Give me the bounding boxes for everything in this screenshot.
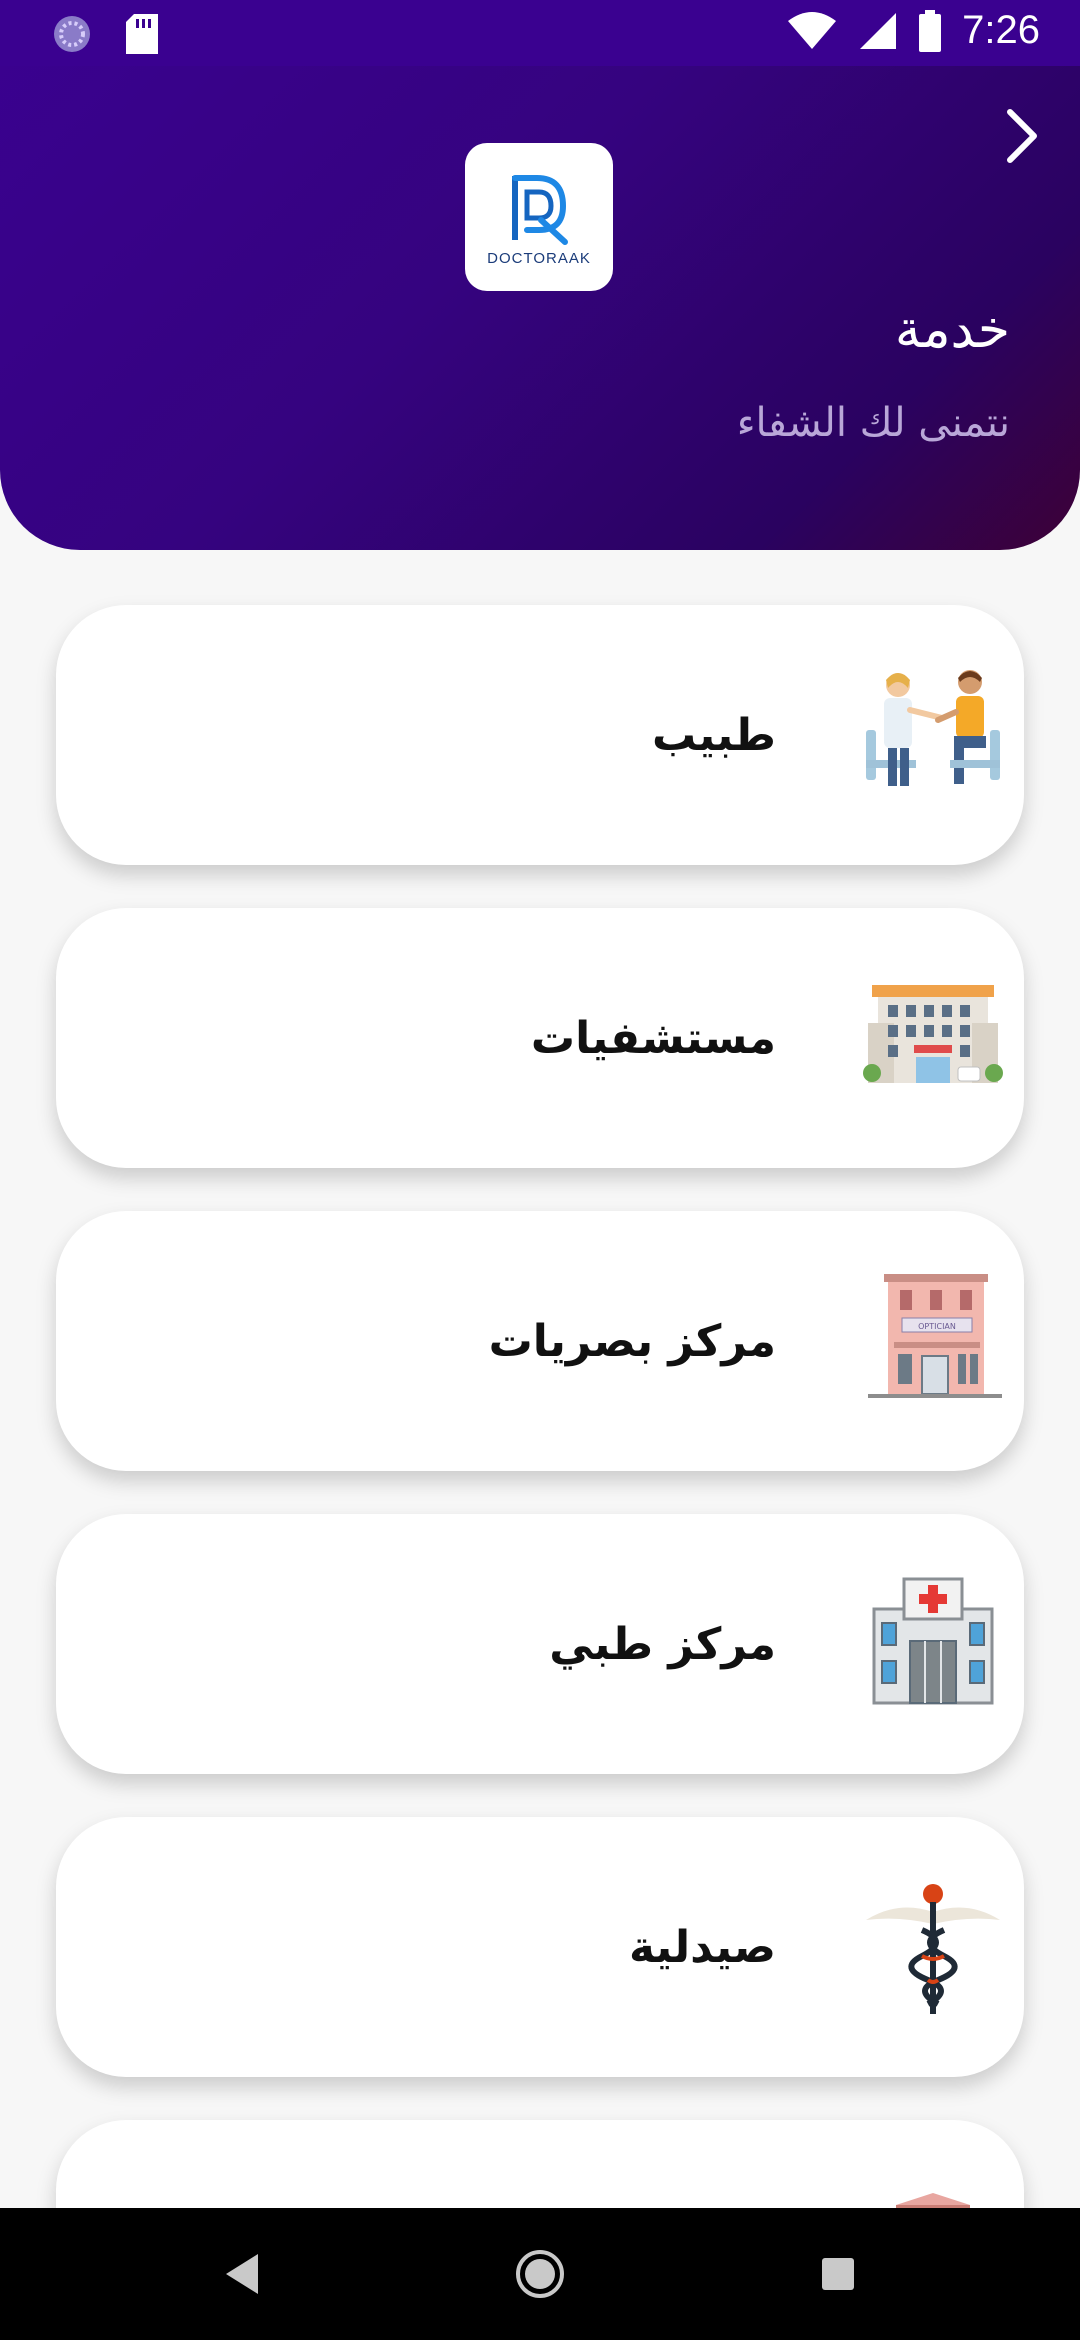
logo-text: DOCTORAAK — [487, 249, 591, 267]
loader-icon — [54, 16, 90, 52]
clock: 7:26 — [962, 8, 1040, 52]
signal-icon — [860, 12, 897, 49]
service-card-medical-center[interactable]: مركز طبي — [56, 1514, 1024, 1774]
service-card-doctor[interactable]: طبيب — [56, 605, 1024, 865]
header: DOCTORAAK خدمة نتمنى لك الشفاء — [0, 0, 1080, 550]
hospital-building-icon — [863, 985, 1003, 1083]
caduceus-icon — [866, 1884, 1000, 2014]
service-label: مركز طبي — [549, 1618, 776, 1670]
service-label: صيدلية — [628, 1921, 776, 1973]
service-card-optician[interactable]: مركز بصريات OPTICIAN — [56, 1211, 1024, 1471]
optician-store-icon: OPTICIAN — [868, 1274, 1002, 1398]
service-label: مستشفيات — [530, 1012, 776, 1064]
screen: DOCTORAAK خدمة نتمنى لك الشفاء 7:26 طبيب… — [0, 0, 1080, 2340]
sd-card-icon — [126, 14, 158, 54]
svg-text:OPTICIAN: OPTICIAN — [918, 1322, 956, 1331]
home-circle-icon[interactable] — [514, 2248, 566, 2300]
battery-icon — [919, 9, 942, 52]
page-subtitle: نتمنى لك الشفاء — [736, 400, 1010, 446]
status-bar: 7:26 — [0, 0, 1080, 66]
medical-center-icon — [872, 1577, 994, 1705]
doctor-patient-icon — [866, 670, 1000, 786]
wifi-icon — [788, 11, 837, 49]
logo-mark — [512, 174, 568, 245]
app-logo: DOCTORAAK — [465, 143, 613, 291]
service-card-hospitals[interactable]: مستشفيات — [56, 908, 1024, 1168]
service-label: طبيب — [652, 709, 776, 761]
back-button[interactable] — [990, 104, 1054, 168]
recent-square-icon[interactable] — [820, 2256, 856, 2292]
service-card-pharmacy[interactable]: صيدلية — [56, 1817, 1024, 2077]
service-label: مركز بصريات — [488, 1315, 776, 1367]
chevron-right-icon — [1007, 109, 1037, 163]
back-triangle-icon[interactable] — [222, 2250, 262, 2298]
system-nav-bar — [0, 2208, 1080, 2340]
page-title: خدمة — [894, 300, 1010, 360]
